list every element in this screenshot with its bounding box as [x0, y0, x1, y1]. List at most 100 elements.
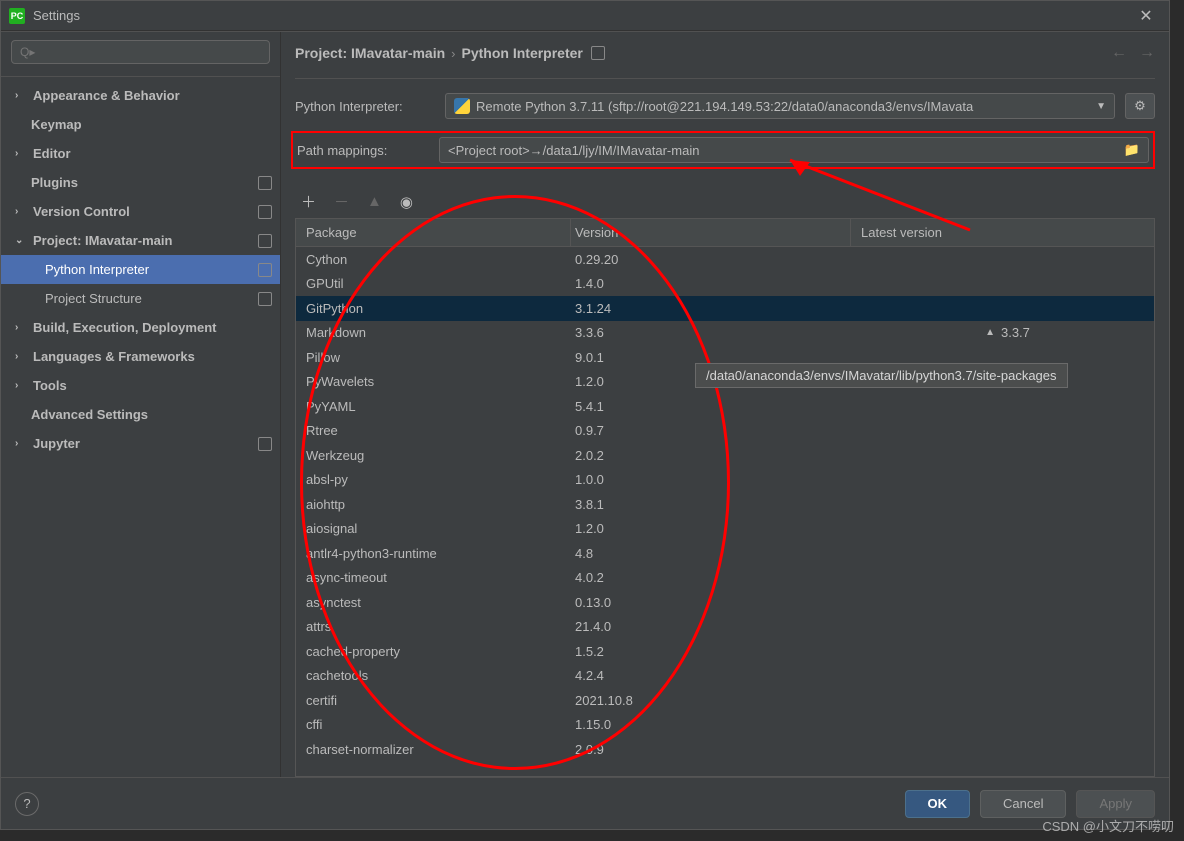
chevron-icon: ›: [15, 438, 29, 449]
settings-dialog: PC Settings ✕ ›Appearance & BehaviorKeym…: [0, 0, 1170, 830]
sidebar-item-label: Project: IMavatar-main: [33, 233, 172, 248]
ok-button[interactable]: OK: [905, 790, 971, 818]
package-version: 2.0.2: [571, 448, 851, 463]
cancel-button[interactable]: Cancel: [980, 790, 1066, 818]
scope-badge-icon: [258, 176, 272, 190]
interpreter-combo[interactable]: Remote Python 3.7.11 (sftp://root@221.19…: [445, 93, 1115, 119]
sidebar-item-languages-frameworks[interactable]: ›Languages & Frameworks: [1, 342, 280, 371]
package-name: attrs: [296, 619, 571, 634]
table-row[interactable]: PyYAML5.4.1: [296, 394, 1154, 419]
chevron-icon: ›: [15, 351, 29, 362]
table-row[interactable]: Cython0.29.20: [296, 247, 1154, 272]
folder-icon[interactable]: 📁: [1124, 142, 1140, 158]
package-name: cffi: [296, 717, 571, 732]
chevron-icon: ›: [15, 206, 29, 217]
scope-badge-icon: [258, 263, 272, 277]
sidebar-item-build-execution-deployment[interactable]: ›Build, Execution, Deployment: [1, 313, 280, 342]
remove-package-button[interactable]: －: [334, 191, 349, 212]
package-name: PyYAML: [296, 399, 571, 414]
breadcrumb: Project: IMavatar-main › Python Interpre…: [295, 44, 1155, 79]
breadcrumb-sep: ›: [451, 46, 455, 61]
sidebar-item-plugins[interactable]: Plugins: [1, 168, 280, 197]
package-version: 21.4.0: [571, 619, 851, 634]
table-row[interactable]: Rtree0.9.7: [296, 419, 1154, 444]
scope-badge-icon: [258, 234, 272, 248]
header-latest[interactable]: Latest version: [851, 219, 1154, 246]
table-row[interactable]: aiosignal1.2.0: [296, 517, 1154, 542]
sidebar-item-version-control[interactable]: ›Version Control: [1, 197, 280, 226]
sidebar-item-advanced-settings[interactable]: Advanced Settings: [1, 400, 280, 429]
package-toolbar: ＋ － ▲ ◉: [295, 191, 1155, 218]
package-version: 1.0.0: [571, 472, 851, 487]
add-package-button[interactable]: ＋: [301, 191, 316, 212]
table-row[interactable]: Markdown3.3.6▲3.3.7: [296, 321, 1154, 346]
app-icon: PC: [9, 8, 25, 24]
sidebar-item-label: Advanced Settings: [31, 407, 148, 422]
sidebar-item-python-interpreter[interactable]: Python Interpreter: [1, 255, 280, 284]
package-version: 1.5.2: [571, 644, 851, 659]
sidebar: ›Appearance & BehaviorKeymap›EditorPlugi…: [1, 32, 281, 777]
package-version: 0.29.20: [571, 252, 851, 267]
show-early-releases-button[interactable]: ◉: [400, 193, 413, 211]
table-row[interactable]: Werkzeug2.0.2: [296, 443, 1154, 468]
chevron-icon: ⌄: [15, 235, 29, 246]
nav-forward-icon[interactable]: →: [1139, 44, 1155, 62]
sidebar-item-keymap[interactable]: Keymap: [1, 110, 280, 139]
table-row[interactable]: cffi1.15.0: [296, 713, 1154, 738]
table-header: Package Version Latest version: [296, 219, 1154, 247]
table-row[interactable]: GitPython3.1.24: [296, 296, 1154, 321]
table-row[interactable]: GPUtil1.4.0: [296, 272, 1154, 297]
table-row[interactable]: certifi2021.10.8: [296, 688, 1154, 713]
gear-icon: ⚙: [1134, 98, 1146, 114]
table-row[interactable]: charset-normalizer2.0.9: [296, 737, 1154, 762]
table-row[interactable]: cached-property1.5.2: [296, 639, 1154, 664]
package-version: 0.13.0: [571, 595, 851, 610]
package-version: 2021.10.8: [571, 693, 851, 708]
header-package[interactable]: Package: [296, 219, 571, 246]
package-name: async-timeout: [296, 570, 571, 585]
sidebar-item-label: Build, Execution, Deployment: [33, 320, 216, 335]
nav-back-icon[interactable]: ←: [1111, 44, 1127, 62]
scope-badge-icon: [258, 292, 272, 306]
scope-badge-icon: [258, 437, 272, 451]
sidebar-item-project-imavatar-main[interactable]: ⌄ Project: IMavatar-main: [1, 226, 280, 255]
package-version: 1.2.0: [571, 521, 851, 536]
table-row[interactable]: cachetools4.2.4: [296, 664, 1154, 689]
dialog-footer: ? OK Cancel Apply: [1, 777, 1169, 829]
package-version: 4.0.2: [571, 570, 851, 585]
sidebar-item-editor[interactable]: ›Editor: [1, 139, 280, 168]
table-row[interactable]: antlr4-python3-runtime4.8: [296, 541, 1154, 566]
close-icon[interactable]: ✕: [1131, 1, 1161, 31]
path-mappings-value: <Project root>→/data1/ljy/IM/IMavatar-ma…: [448, 143, 699, 158]
sidebar-item-jupyter[interactable]: › Jupyter: [1, 429, 280, 458]
package-version: 0.9.7: [571, 423, 851, 438]
package-name: aiohttp: [296, 497, 571, 512]
gear-button[interactable]: ⚙: [1125, 93, 1155, 119]
main-panel: Project: IMavatar-main › Python Interpre…: [281, 32, 1169, 777]
package-version: 3.1.24: [571, 301, 851, 316]
sidebar-item-label: Plugins: [31, 175, 78, 190]
table-row[interactable]: aiohttp3.8.1: [296, 492, 1154, 517]
table-row[interactable]: asynctest0.13.0: [296, 590, 1154, 615]
sidebar-item-label: Tools: [33, 378, 67, 393]
sidebar-item-label: Keymap: [31, 117, 82, 132]
sidebar-item-label: Jupyter: [33, 436, 80, 451]
chevron-icon: ›: [15, 148, 29, 159]
sidebar-item-project-structure[interactable]: Project Structure: [1, 284, 280, 313]
sidebar-item-appearance-behavior[interactable]: ›Appearance & Behavior: [1, 81, 280, 110]
header-version[interactable]: Version: [571, 219, 851, 246]
sidebar-item-label: Appearance & Behavior: [33, 88, 180, 103]
path-mappings-input[interactable]: <Project root>→/data1/ljy/IM/IMavatar-ma…: [439, 137, 1149, 163]
table-row[interactable]: absl-py1.0.0: [296, 468, 1154, 493]
sidebar-item-tools[interactable]: ›Tools: [1, 371, 280, 400]
table-row[interactable]: attrs21.4.0: [296, 615, 1154, 640]
table-row[interactable]: async-timeout4.0.2: [296, 566, 1154, 591]
window-title: Settings: [33, 8, 80, 23]
search-input[interactable]: [11, 40, 270, 64]
settings-tree: ›Appearance & BehaviorKeymap›EditorPlugi…: [1, 77, 280, 777]
help-button[interactable]: ?: [15, 792, 39, 816]
upgrade-icon: ▲: [985, 327, 995, 338]
apply-button: Apply: [1076, 790, 1155, 818]
upgrade-package-button[interactable]: ▲: [367, 193, 382, 210]
tooltip: /data0/anaconda3/envs/IMavatar/lib/pytho…: [695, 363, 1068, 388]
